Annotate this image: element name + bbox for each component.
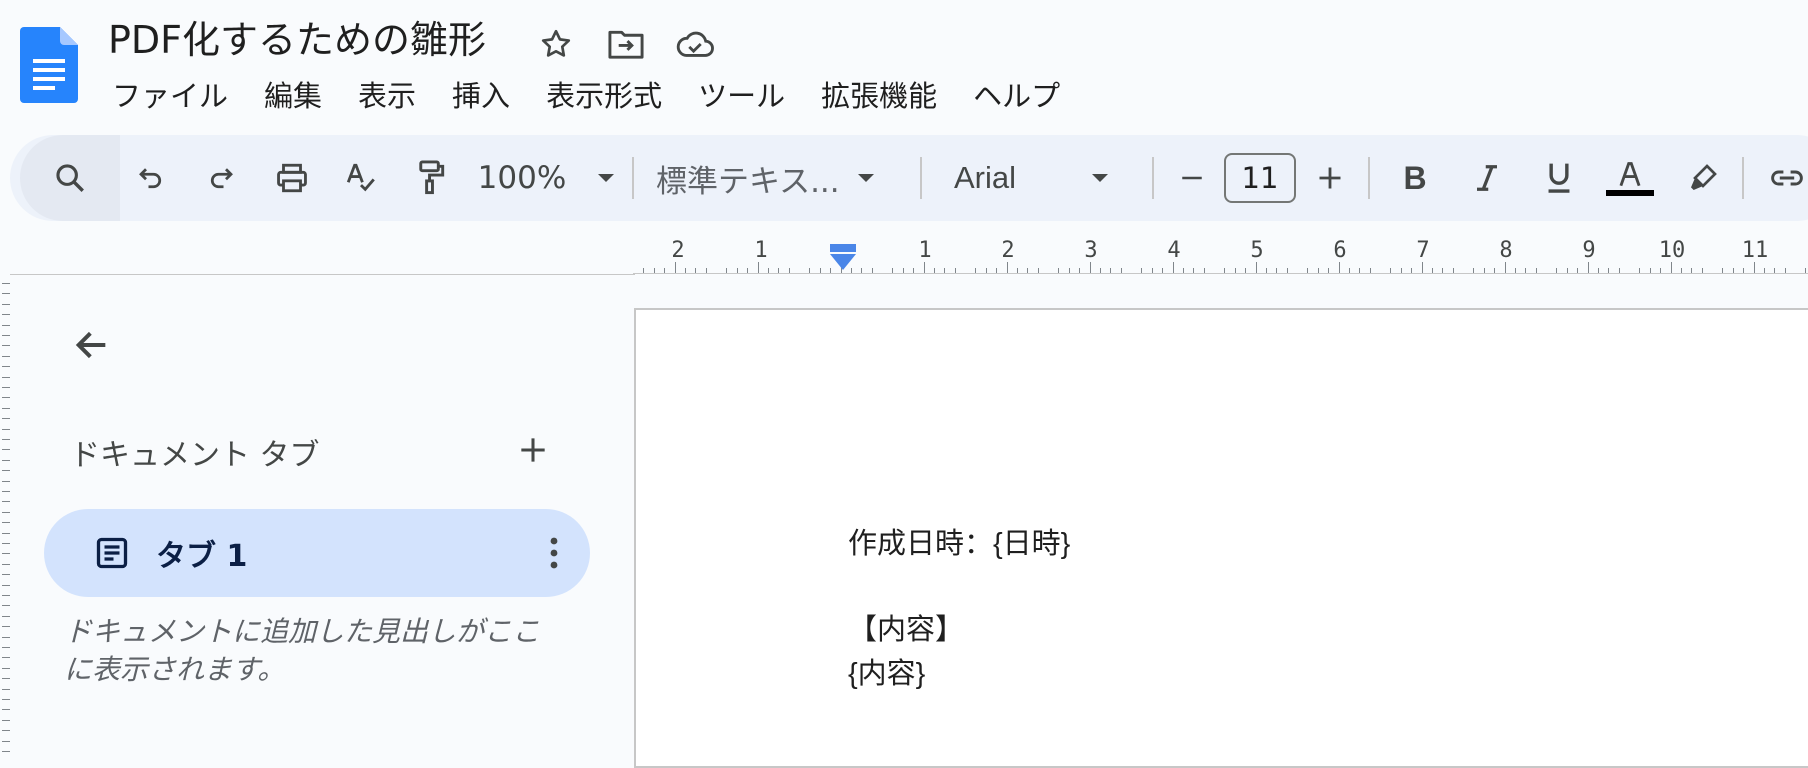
arrow-back-icon bbox=[75, 331, 106, 359]
zoom-select[interactable]: 100% bbox=[472, 135, 622, 221]
font-size-input[interactable]: 11 bbox=[1224, 153, 1296, 203]
tab-options-button[interactable] bbox=[532, 529, 576, 577]
paragraph-style-select[interactable]: 標準テキス... bbox=[656, 135, 896, 221]
tab-label: タブ 1 bbox=[156, 539, 248, 574]
ruler-label: 2 bbox=[671, 238, 685, 263]
menu-tools[interactable]: ツール bbox=[680, 71, 803, 117]
redo-icon bbox=[210, 168, 233, 189]
undo-button[interactable] bbox=[124, 135, 178, 221]
search-icon bbox=[56, 164, 84, 192]
menu-view[interactable]: 表示 bbox=[340, 71, 434, 117]
cloud-saved-icon[interactable] bbox=[675, 24, 715, 64]
ruler-label: 4 bbox=[1167, 238, 1181, 263]
menu-edit[interactable]: 編集 bbox=[246, 71, 340, 117]
undo-icon bbox=[139, 168, 162, 189]
highlight-button[interactable] bbox=[1678, 135, 1728, 221]
underline-icon bbox=[1548, 163, 1570, 193]
italic-icon bbox=[1477, 165, 1497, 191]
italic-button[interactable] bbox=[1462, 135, 1512, 221]
document-page[interactable]: 作成日時：{日時} 【内容】 {内容} bbox=[634, 308, 1808, 768]
minus-icon bbox=[1182, 176, 1202, 180]
spellcheck-button[interactable] bbox=[332, 135, 390, 221]
move-folder-icon[interactable] bbox=[606, 24, 646, 64]
ruler-label: 11 bbox=[1741, 238, 1769, 263]
print-button[interactable] bbox=[262, 135, 322, 221]
horizontal-ruler[interactable]: 2 1 1 2 3 4 5 6 7 8 9 10 11 bbox=[633, 238, 1808, 274]
add-tab-button[interactable] bbox=[508, 425, 558, 475]
decrease-font-size-button[interactable] bbox=[1170, 135, 1214, 221]
toolbar: 100% 標準テキス... Arial 11 B bbox=[10, 135, 1808, 221]
document-title[interactable]: PDF化するための雛形 bbox=[108, 16, 486, 64]
document-icon bbox=[96, 537, 128, 569]
link-icon bbox=[1771, 170, 1803, 186]
bold-icon: B bbox=[1403, 159, 1427, 196]
increase-font-size-button[interactable] bbox=[1308, 135, 1352, 221]
document-tabs-sidebar: ドキュメント タブ タブ 1 ドキュメントに追加した見出しがここに表示されます。 bbox=[10, 274, 635, 759]
menu-file[interactable]: ファイル bbox=[94, 71, 246, 117]
menu-format[interactable]: 表示形式 bbox=[528, 71, 680, 117]
ruler-label: 7 bbox=[1416, 238, 1430, 263]
tab-item-1[interactable]: タブ 1 bbox=[44, 509, 590, 597]
redo-button[interactable] bbox=[194, 135, 248, 221]
more-vert-icon bbox=[550, 537, 558, 569]
search-menus-button[interactable] bbox=[20, 135, 120, 221]
ruler-label: 8 bbox=[1499, 238, 1513, 263]
chevron-down-icon bbox=[857, 174, 874, 182]
doc-line-heading[interactable]: 【内容】 bbox=[848, 606, 964, 648]
print-icon bbox=[277, 163, 307, 193]
menu-help[interactable]: ヘルプ bbox=[955, 71, 1078, 117]
zoom-value: 100% bbox=[477, 160, 567, 196]
ruler-label: 6 bbox=[1333, 238, 1347, 263]
underline-button[interactable] bbox=[1534, 135, 1584, 221]
star-icon[interactable] bbox=[536, 24, 576, 64]
menu-extensions[interactable]: 拡張機能 bbox=[803, 71, 955, 117]
spellcheck-icon bbox=[346, 163, 375, 192]
paint-format-button[interactable] bbox=[402, 135, 460, 221]
indent-marker-icon[interactable] bbox=[829, 244, 857, 272]
font-value: Arial bbox=[954, 160, 1017, 195]
menu-bar: ファイル 編集 表示 挿入 表示形式 ツール 拡張機能 ヘルプ bbox=[94, 74, 1078, 114]
ruler-label: 1 bbox=[754, 238, 768, 263]
doc-line-created[interactable]: 作成日時：{日時} bbox=[848, 520, 1070, 562]
ruler-label: 3 bbox=[1084, 238, 1098, 263]
chevron-down-icon bbox=[1092, 174, 1109, 182]
tabs-heading: ドキュメント タブ bbox=[70, 438, 320, 473]
doc-line-content[interactable]: {内容} bbox=[848, 650, 925, 692]
plus-icon bbox=[1319, 167, 1341, 189]
paragraph-style-value: 標準テキス... bbox=[656, 163, 840, 200]
text-color-icon bbox=[1619, 161, 1641, 186]
outline-hint: ドキュメントに追加した見出しがここに表示されます。 bbox=[64, 615, 541, 686]
chevron-down-icon bbox=[598, 174, 615, 182]
ruler-label: 10 bbox=[1658, 238, 1686, 263]
menu-insert[interactable]: 挿入 bbox=[434, 71, 528, 117]
insert-link-button[interactable] bbox=[1762, 135, 1808, 221]
paint-format-icon bbox=[419, 160, 445, 195]
highlight-icon bbox=[1691, 164, 1717, 190]
ruler-label: 1 bbox=[918, 238, 932, 263]
close-sidebar-button[interactable] bbox=[62, 315, 122, 375]
ruler-label: 5 bbox=[1250, 238, 1264, 263]
ruler-label: 2 bbox=[1001, 238, 1015, 263]
plus-icon bbox=[521, 438, 545, 462]
text-color-button[interactable] bbox=[1604, 135, 1656, 221]
bold-button[interactable]: B bbox=[1390, 135, 1440, 221]
docs-logo-icon[interactable] bbox=[20, 27, 78, 103]
ruler-label: 9 bbox=[1582, 238, 1596, 263]
font-select[interactable]: Arial bbox=[954, 135, 1134, 221]
